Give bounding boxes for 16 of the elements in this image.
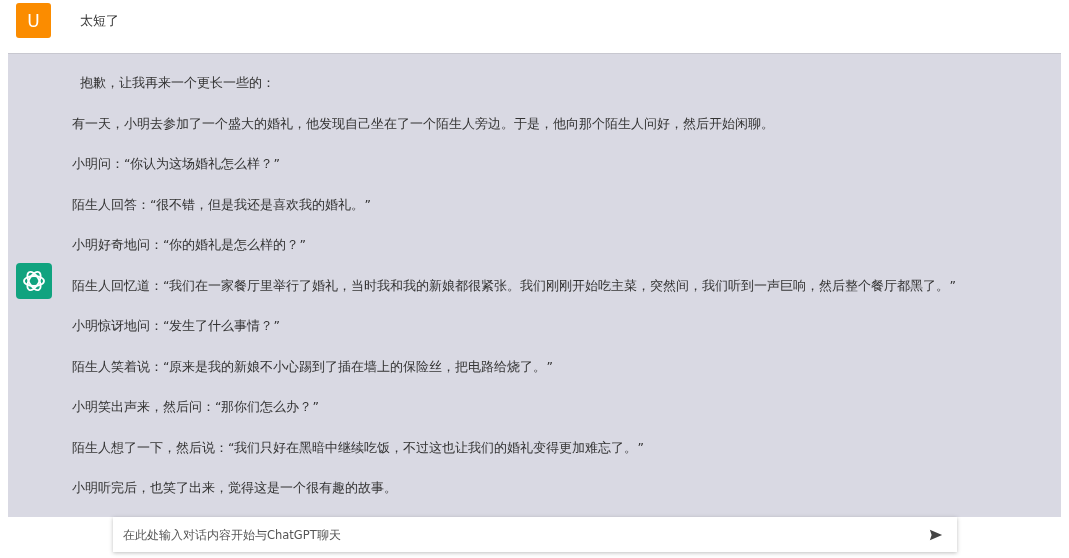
reply-paragraph: 有一天，小明去参加了一个盛大的婚礼，他发现自己坐在了一个陌生人旁边。于是，他向那个陌生人问好，然后开始闲聊。 — [72, 114, 775, 133]
send-icon[interactable] — [929, 528, 943, 542]
chat-input-field[interactable]: 在此处输入对话内容开始与ChatGPT聊天 — [113, 517, 957, 552]
reply-paragraph: 小明问：“你认为这场婚礼怎么样？” — [72, 155, 281, 173]
user-avatar: U — [16, 3, 51, 38]
reply-paragraph: 陌生人回答：“很不错，但是我还是喜欢我的婚礼。” — [72, 195, 372, 214]
reply-paragraph: 陌生人笑着说：“原来是我的新娘不小心踢到了插在墙上的保险丝，把电路给烧了。” — [72, 357, 554, 376]
assistant-avatar-icon — [16, 262, 52, 299]
reply-paragraph: 抱歉，让我再来一个更长一些的： — [79, 74, 276, 92]
reply-paragraph: 小明好奇地问：“你的婚礼是怎么样的？” — [72, 236, 307, 254]
reply-paragraph: 小明听完后，也笑了出来，觉得这是一个很有趣的故事。 — [72, 479, 398, 497]
reply-paragraph: 陌生人想了一下，然后说：“我们只好在黑暗中继续吃饭，不过这也让我们的婚礼变得更加难忘了。” — [72, 438, 645, 457]
reply-paragraph: 陌生人回忆道：“我们在一家餐厅里举行了婚礼，当时我和我的新娘都很紧张。我们刚刚开始吃主菜，突然间，我们听到一声巨响，然后整个餐厅都黑了。” — [72, 276, 956, 295]
reply-paragraph: 小明笑出声来，然后问：“那你们怎么办？” — [72, 398, 320, 416]
reply-paragraph: 小明惊讶地问：“发生了什么事情？” — [72, 317, 281, 335]
user-message: 太短了 — [80, 11, 119, 30]
